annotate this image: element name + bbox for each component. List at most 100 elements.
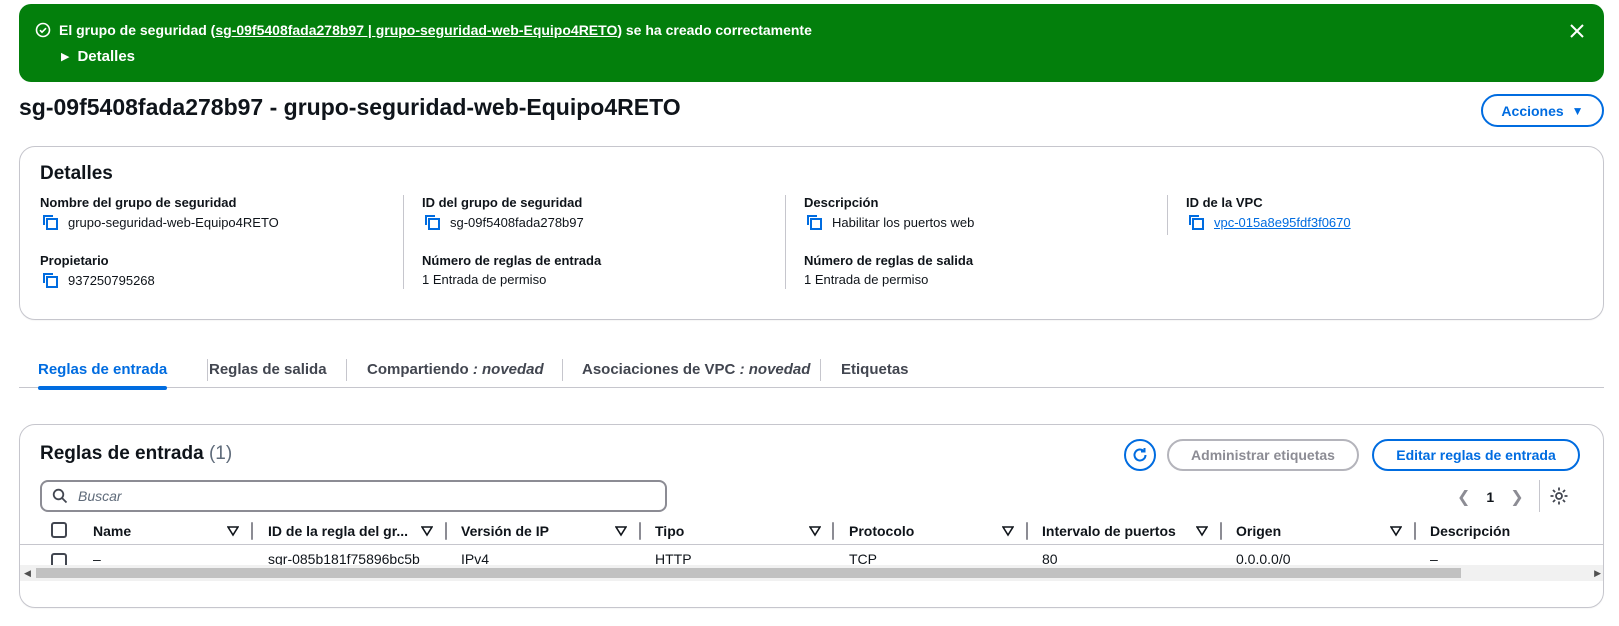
field-value: 1 Entrada de permiso — [804, 272, 929, 287]
column-header-name[interactable]: Name — [93, 523, 131, 539]
rules-count: (1) — [208, 443, 233, 464]
inbound-rules-panel: Reglas de entrada (1) Administrar etique… — [19, 424, 1604, 608]
details-panel: Detalles Nombre del grupo de seguridad g… — [19, 146, 1604, 320]
sort-icon[interactable] — [1390, 525, 1402, 537]
column-resizer[interactable] — [1220, 522, 1222, 540]
sort-icon[interactable] — [421, 525, 433, 537]
active-tab-indicator — [38, 386, 168, 390]
sort-icon[interactable] — [809, 525, 821, 537]
field-value: 937250795268 — [68, 272, 155, 288]
copy-icon[interactable] — [806, 214, 822, 230]
tab-outbound-rules[interactable]: Reglas de salida — [209, 350, 327, 388]
search-input[interactable] — [76, 487, 636, 505]
tab-divider — [207, 359, 208, 381]
actions-label: Acciones — [1501, 102, 1564, 119]
chevron-right-icon[interactable]: ❯ — [1510, 487, 1523, 507]
field-label: Descripción — [804, 195, 879, 210]
scroll-right-icon[interactable]: ▶ — [1594, 568, 1601, 579]
field-label: ID del grupo de seguridad — [422, 195, 583, 210]
column-divider — [1167, 195, 1168, 235]
field-label: Número de reglas de entrada — [422, 253, 602, 268]
sort-icon[interactable] — [615, 525, 627, 537]
close-icon[interactable] — [1566, 20, 1588, 42]
copy-icon[interactable] — [42, 214, 58, 230]
scroll-left-icon[interactable]: ◀ — [24, 568, 31, 579]
column-resizer[interactable] — [832, 522, 834, 540]
sort-icon[interactable] — [227, 525, 239, 537]
field-vpc-id: ID de la VPC vpc-015a8e95fdf3f0670 — [1186, 195, 1566, 230]
field-security-group-id: ID del grupo de seguridad sg-09f5408fada… — [422, 195, 802, 230]
column-resizer[interactable] — [1414, 522, 1416, 540]
sort-icon[interactable] — [1002, 525, 1014, 537]
field-security-group-name: Nombre del grupo de seguridad grupo-segu… — [40, 195, 420, 230]
pagination: ❮ 1 ❯ — [1457, 485, 1524, 509]
tab-label: Reglas de entrada — [38, 360, 168, 378]
sort-icon[interactable] — [1196, 525, 1208, 537]
field-value: 1 Entrada de permiso — [422, 272, 547, 287]
horizontal-scrollbar[interactable]: ◀ ▶ — [20, 565, 1603, 581]
field-outbound-rules-count: Número de reglas de salida 1 Entrada de … — [804, 253, 1184, 287]
column-header-rule-id[interactable]: ID de la regla del gr... — [268, 523, 408, 539]
tab-sharing[interactable]: Compartiendo : novedad — [367, 350, 544, 388]
column-divider — [403, 195, 404, 289]
column-header-ip-version[interactable]: Versión de IP — [461, 523, 549, 539]
column-resizer[interactable] — [1026, 522, 1028, 540]
tab-divider — [820, 359, 821, 381]
copy-icon[interactable] — [42, 272, 58, 288]
field-inbound-rules-count: Número de reglas de entrada 1 Entrada de… — [422, 253, 802, 287]
chevron-left-icon[interactable]: ❮ — [1457, 487, 1470, 507]
tab-label: Etiquetas — [841, 360, 909, 378]
tab-vpc-associations[interactable]: Asociaciones de VPC : novedad — [582, 350, 810, 388]
tab-label: Asociaciones de VPC — [582, 360, 736, 378]
field-value: sg-09f5408fada278b97 — [450, 214, 584, 230]
field-value: Habilitar los puertos web — [832, 214, 975, 230]
field-owner: Propietario 937250795268 — [40, 253, 420, 288]
tab-new-badge: : novedad — [472, 360, 544, 378]
column-header-protocol[interactable]: Protocolo — [849, 523, 914, 539]
tab-inbound-rules[interactable]: Reglas de entrada — [38, 350, 168, 390]
table-header: Name ID de la regla del gr... Versión de… — [20, 517, 1603, 545]
search-box[interactable] — [40, 480, 667, 512]
copy-icon[interactable] — [1188, 214, 1204, 230]
edit-inbound-rules-button[interactable]: Editar reglas de entrada — [1372, 439, 1580, 471]
column-header-description[interactable]: Descripción — [1430, 523, 1510, 539]
column-header-port-range[interactable]: Intervalo de puertos — [1042, 523, 1176, 539]
flash-details-label: Detalles — [77, 48, 136, 65]
tab-divider — [346, 359, 347, 381]
column-header-source[interactable]: Origen — [1236, 523, 1281, 539]
flash-details-toggle[interactable]: ▶ Detalles — [61, 48, 135, 65]
vpc-id-link[interactable]: vpc-015a8e95fdf3f0670 — [1214, 215, 1351, 230]
flash-security-group-link[interactable]: sg-09f5408fada278b97 | grupo-seguridad-w… — [215, 22, 617, 38]
flash-text-prefix: El grupo de seguridad ( — [59, 22, 216, 38]
gear-icon[interactable] — [1549, 486, 1569, 506]
page-title: sg-09f5408fada278b97 - grupo-seguridad-w… — [19, 94, 681, 120]
field-label: Propietario — [40, 253, 109, 268]
column-header-type[interactable]: Tipo — [655, 523, 684, 539]
column-resizer[interactable] — [639, 522, 641, 540]
field-label: Número de reglas de salida — [804, 253, 974, 268]
field-label: Nombre del grupo de seguridad — [40, 195, 237, 210]
field-value: grupo-seguridad-web-Equipo4RETO — [68, 214, 279, 230]
column-divider — [785, 195, 786, 289]
tab-label: Reglas de salida — [209, 360, 327, 378]
tab-tags[interactable]: Etiquetas — [841, 350, 909, 388]
copy-icon[interactable] — [424, 214, 440, 230]
field-description: Descripción Habilitar los puertos web — [804, 195, 1184, 230]
scrollbar-thumb[interactable] — [36, 568, 1461, 578]
tab-new-badge: : novedad — [739, 360, 811, 378]
rules-heading: Reglas de entrada (1) — [40, 443, 232, 465]
page-number[interactable]: 1 — [1486, 489, 1494, 505]
select-all-checkbox[interactable] — [51, 522, 67, 538]
pager-divider — [1539, 480, 1540, 512]
refresh-button[interactable] — [1124, 439, 1156, 471]
details-heading: Detalles — [40, 163, 113, 184]
column-resizer[interactable] — [445, 522, 447, 540]
column-resizer[interactable] — [251, 522, 253, 540]
flash-message: El grupo de seguridad (sg-09f5408fada278… — [35, 22, 812, 38]
refresh-icon — [1133, 448, 1147, 462]
success-flashbar: El grupo de seguridad (sg-09f5408fada278… — [19, 4, 1604, 82]
actions-button[interactable]: Acciones ▼ — [1481, 94, 1604, 127]
tab-label: Compartiendo — [367, 360, 469, 378]
manage-tags-button[interactable]: Administrar etiquetas — [1167, 439, 1359, 471]
search-icon — [52, 488, 68, 504]
